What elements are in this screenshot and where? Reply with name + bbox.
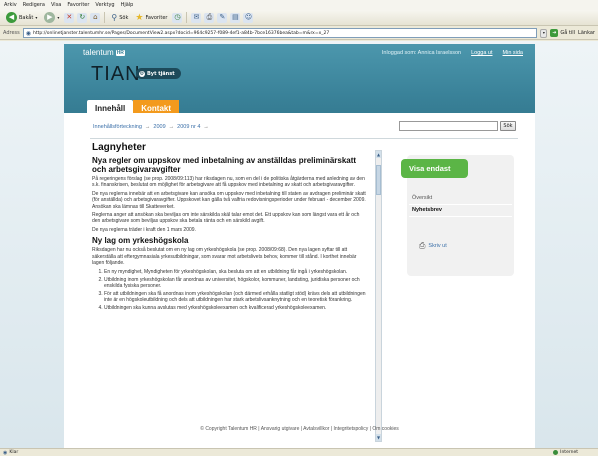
- menu-edit[interactable]: Redigera: [23, 2, 45, 8]
- scroll-up-icon[interactable]: ▲: [376, 151, 381, 158]
- browser-toolbar: ◀ Bakåt ▾ ▶ ▾ ✕ ↻ ⌂ ⚲ Sök ★ Favoriter ◷ …: [0, 10, 598, 26]
- section1-paragraph: De nya reglerna träder i kraft den 1 mar…: [92, 226, 196, 233]
- switch-icon: ⚙: [139, 70, 145, 77]
- address-input[interactable]: ◉ http://onlinetjanster.talentumhr.se/Pa…: [22, 28, 538, 38]
- print-icon[interactable]: ⎙: [204, 12, 215, 23]
- page-icon: ◉: [25, 29, 31, 37]
- filter-heading: Visa endast: [401, 159, 468, 178]
- refresh-icon[interactable]: ↻: [77, 12, 88, 23]
- site-search-button[interactable]: Sök: [500, 121, 516, 131]
- browser-statusbar: ◉ Klar Internet: [0, 448, 598, 456]
- page-viewport: talentum HR Inloggad som: Annica Israels…: [0, 41, 598, 451]
- zone-label: Internet: [560, 450, 578, 455]
- search-icon: ⚲: [111, 13, 118, 22]
- breadcrumb-separator: →: [144, 124, 151, 130]
- links-label[interactable]: Länkar: [578, 30, 595, 36]
- printer-icon: ⎙: [419, 241, 426, 250]
- filter-panel: Visa endast Översikt Nyhetsbrev ⎙ Skriv …: [401, 155, 514, 276]
- site-logo[interactable]: talentum HR: [83, 48, 125, 57]
- my-page-link[interactable]: Min sida: [503, 50, 523, 56]
- list-item: En ny myndighet, Myndigheten för yrkeshö…: [104, 269, 369, 275]
- section2-heading: Ny lag om yrkeshögskola: [92, 236, 189, 246]
- brand-badge: HR: [115, 49, 125, 56]
- section1-paragraph: Reglerna anger att ansökan ska beviljas …: [92, 212, 360, 225]
- menu-file[interactable]: Arkiv: [4, 2, 17, 8]
- security-zone: Internet: [553, 450, 578, 455]
- breadcrumb-issue[interactable]: 2009 nr 4: [177, 124, 200, 130]
- forward-arrow-icon: ▶: [44, 12, 56, 23]
- print-label: Skriv ut: [428, 243, 447, 249]
- breadcrumb-separator: →: [168, 124, 175, 130]
- filter-overview[interactable]: Översikt: [412, 195, 432, 201]
- browser-menubar: Arkiv Redigera Visa Favoriter Verktyg Hj…: [0, 0, 598, 10]
- breadcrumb: Innehållsförteckning → 2009 → 2009 nr 4 …: [93, 124, 209, 130]
- list-item: För att utbildningen ska få anordnas ino…: [104, 291, 369, 304]
- print-link[interactable]: ⎙ Skriv ut: [419, 241, 447, 251]
- home-icon[interactable]: ⌂: [90, 12, 101, 23]
- section1-paragraph: På regeringens förslag (se prop. 2008/09…: [92, 176, 365, 189]
- go-button[interactable]: ➜ Gå till: [550, 29, 575, 37]
- stop-icon[interactable]: ✕: [64, 12, 75, 23]
- search-button[interactable]: ⚲ Sök: [109, 12, 130, 24]
- section1-paragraph: De nya reglerna innebär att en arbetsgiv…: [92, 190, 366, 210]
- toolbar-divider: [104, 12, 106, 23]
- menu-view[interactable]: Visa: [51, 2, 61, 8]
- switch-service-label: Byt tjänst: [147, 70, 175, 77]
- favorites-button[interactable]: ★ Favoriter: [133, 12, 169, 24]
- scroll-thumb[interactable]: [376, 165, 381, 195]
- filter-divider: [409, 216, 512, 217]
- toolbar-divider: [186, 12, 188, 23]
- favorites-label: Favoriter: [145, 14, 168, 21]
- dropdown-arrow-icon: ▾: [35, 15, 38, 20]
- user-links: Inloggad som: Annica Israelsson Logga ut…: [382, 50, 523, 56]
- logged-in-text: Inloggad som: Annica Israelsson: [381, 50, 462, 56]
- article: Lagnyheter Nya regler om uppskov med inb…: [92, 142, 369, 449]
- page-status-icon: ◉: [3, 449, 8, 456]
- article-title: Lagnyheter: [92, 142, 146, 153]
- brand-name: talentum: [83, 48, 114, 57]
- logout-link[interactable]: Logga ut: [471, 50, 492, 56]
- back-button[interactable]: ◀ Bakåt ▾: [4, 12, 39, 24]
- site-footer: © Copyright Talentum HR | Ansvarig utgiv…: [200, 426, 399, 432]
- history-icon[interactable]: ◷: [172, 12, 183, 23]
- address-dropdown-icon[interactable]: ▾: [540, 28, 548, 38]
- article-scrollbar[interactable]: ▲ ▼: [375, 150, 382, 442]
- address-bar: Adress ◉ http://onlinetjanster.talentumh…: [0, 27, 598, 40]
- go-label: Gå till: [560, 30, 576, 36]
- status-text: Klar: [9, 450, 19, 455]
- scroll-down-icon[interactable]: ▼: [376, 434, 381, 441]
- globe-icon: [553, 450, 559, 455]
- breadcrumb-toc[interactable]: Innehållsförteckning: [93, 124, 142, 130]
- list-item: Utbildning inom yrkeshögskolan får anord…: [104, 277, 369, 290]
- back-label: Bakåt: [19, 14, 34, 21]
- address-url: http://onlinetjanster.talentumhr.se/Page…: [33, 30, 330, 36]
- list-item: Utbildningen ska kunna avslutas med yrke…: [104, 305, 369, 311]
- dropdown-arrow-icon: ▾: [57, 15, 60, 20]
- menu-help[interactable]: Hjälp: [121, 2, 134, 8]
- discuss-icon[interactable]: ▤: [230, 12, 241, 23]
- address-label: Adress: [3, 30, 20, 36]
- go-arrow-icon: ➜: [550, 29, 559, 37]
- breadcrumb-year[interactable]: 2009: [153, 124, 165, 130]
- star-icon: ★: [135, 12, 144, 23]
- switch-service-button[interactable]: ⚙ Byt tjänst: [136, 68, 181, 79]
- header-divider: [90, 138, 518, 139]
- section2-list: En ny myndighet, Myndigheten för yrkeshö…: [92, 269, 369, 310]
- edit-icon[interactable]: ✎: [217, 12, 228, 23]
- section2-paragraph: Riksdagen har nu också beslutat om en ny…: [92, 247, 357, 267]
- messenger-icon[interactable]: ☺: [243, 12, 254, 23]
- mail-icon[interactable]: ✉: [191, 12, 202, 23]
- site-search-input[interactable]: [399, 121, 498, 131]
- section1-heading: Nya regler om uppskov med inbetalning av…: [92, 156, 357, 174]
- forward-button[interactable]: ▶ ▾: [42, 12, 61, 24]
- search-label: Sök: [119, 14, 129, 21]
- product-title: TIAN: [91, 63, 141, 85]
- filter-newsletter[interactable]: Nyhetsbrev: [412, 207, 442, 213]
- breadcrumb-separator: →: [203, 124, 209, 130]
- menu-tools[interactable]: Verktyg: [95, 2, 114, 8]
- content-panel: Innehållsförteckning → 2009 → 2009 nr 4 …: [64, 113, 535, 451]
- filter-divider: [409, 204, 512, 205]
- back-arrow-icon: ◀: [6, 12, 17, 23]
- menu-favorites[interactable]: Favoriter: [67, 2, 89, 8]
